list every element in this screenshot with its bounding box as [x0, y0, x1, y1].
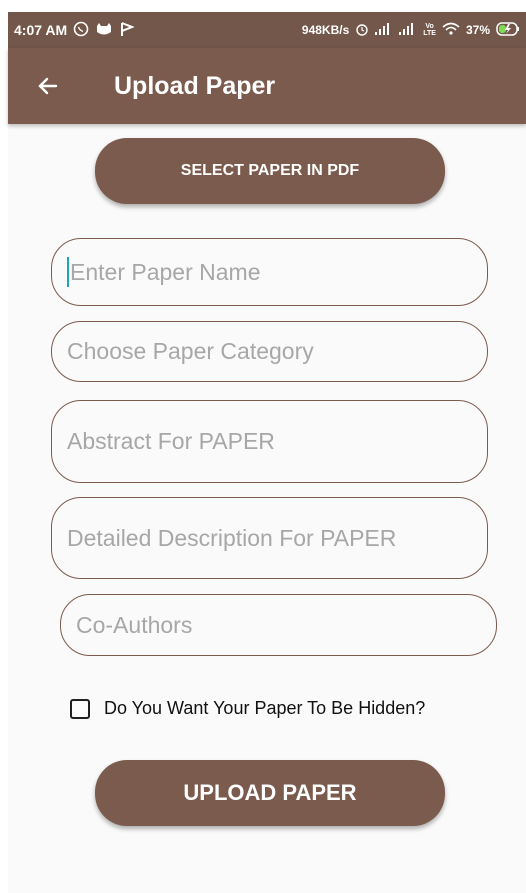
battery-charging-icon	[496, 22, 520, 38]
description-placeholder: Detailed Description For PAPER	[67, 524, 397, 551]
upload-paper-button[interactable]: UPLOAD PAPER	[95, 760, 445, 826]
hidden-checkbox[interactable]	[70, 698, 90, 719]
paper-category-placeholder: Choose Paper Category	[67, 338, 314, 364]
flag-icon	[119, 21, 135, 39]
phone-screen: 4:07 AM 948KB/s Vo LTE 37% Upload Paper …	[8, 12, 526, 893]
status-left: 4:07 AM	[8, 21, 135, 39]
alarm-icon	[355, 22, 369, 38]
signal-icon-2	[399, 23, 417, 37]
battery-percent: 37%	[465, 23, 490, 37]
text-cursor	[67, 257, 69, 287]
status-right: 948KB/s Vo LTE 37%	[302, 22, 526, 38]
hidden-checkbox-label: Do You Want Your Paper To Be Hidden?	[104, 698, 426, 718]
signal-icon-1	[375, 23, 393, 37]
volte-icon: Vo LTE	[423, 23, 436, 37]
abstract-placeholder: Abstract For PAPER	[67, 428, 275, 454]
status-time: 4:07 AM	[14, 22, 68, 38]
coauthors-input[interactable]: Co-Authors	[60, 594, 497, 656]
back-arrow-icon[interactable]	[18, 74, 78, 98]
page-title: Upload Paper	[114, 71, 276, 100]
coauthors-placeholder: Co-Authors	[76, 611, 193, 638]
wifi-icon	[442, 22, 460, 38]
app-bar: Upload Paper	[8, 48, 526, 124]
paper-category-input[interactable]: Choose Paper Category	[51, 321, 488, 382]
cat-icon	[95, 22, 113, 38]
hidden-paper-option[interactable]: Do You Want Your Paper To Be Hidden?	[70, 698, 425, 719]
network-speed: 948KB/s	[301, 23, 350, 37]
paper-name-placeholder: Enter Paper Name	[70, 258, 261, 285]
description-input[interactable]: Detailed Description For PAPER	[51, 497, 488, 579]
abstract-input[interactable]: Abstract For PAPER	[51, 400, 488, 483]
paper-name-input[interactable]: Enter Paper Name	[51, 238, 488, 306]
status-bar: 4:07 AM 948KB/s Vo LTE 37%	[8, 12, 526, 48]
whatsapp-icon	[73, 21, 89, 39]
select-pdf-button[interactable]: SELECT PAPER IN PDF	[95, 138, 445, 204]
